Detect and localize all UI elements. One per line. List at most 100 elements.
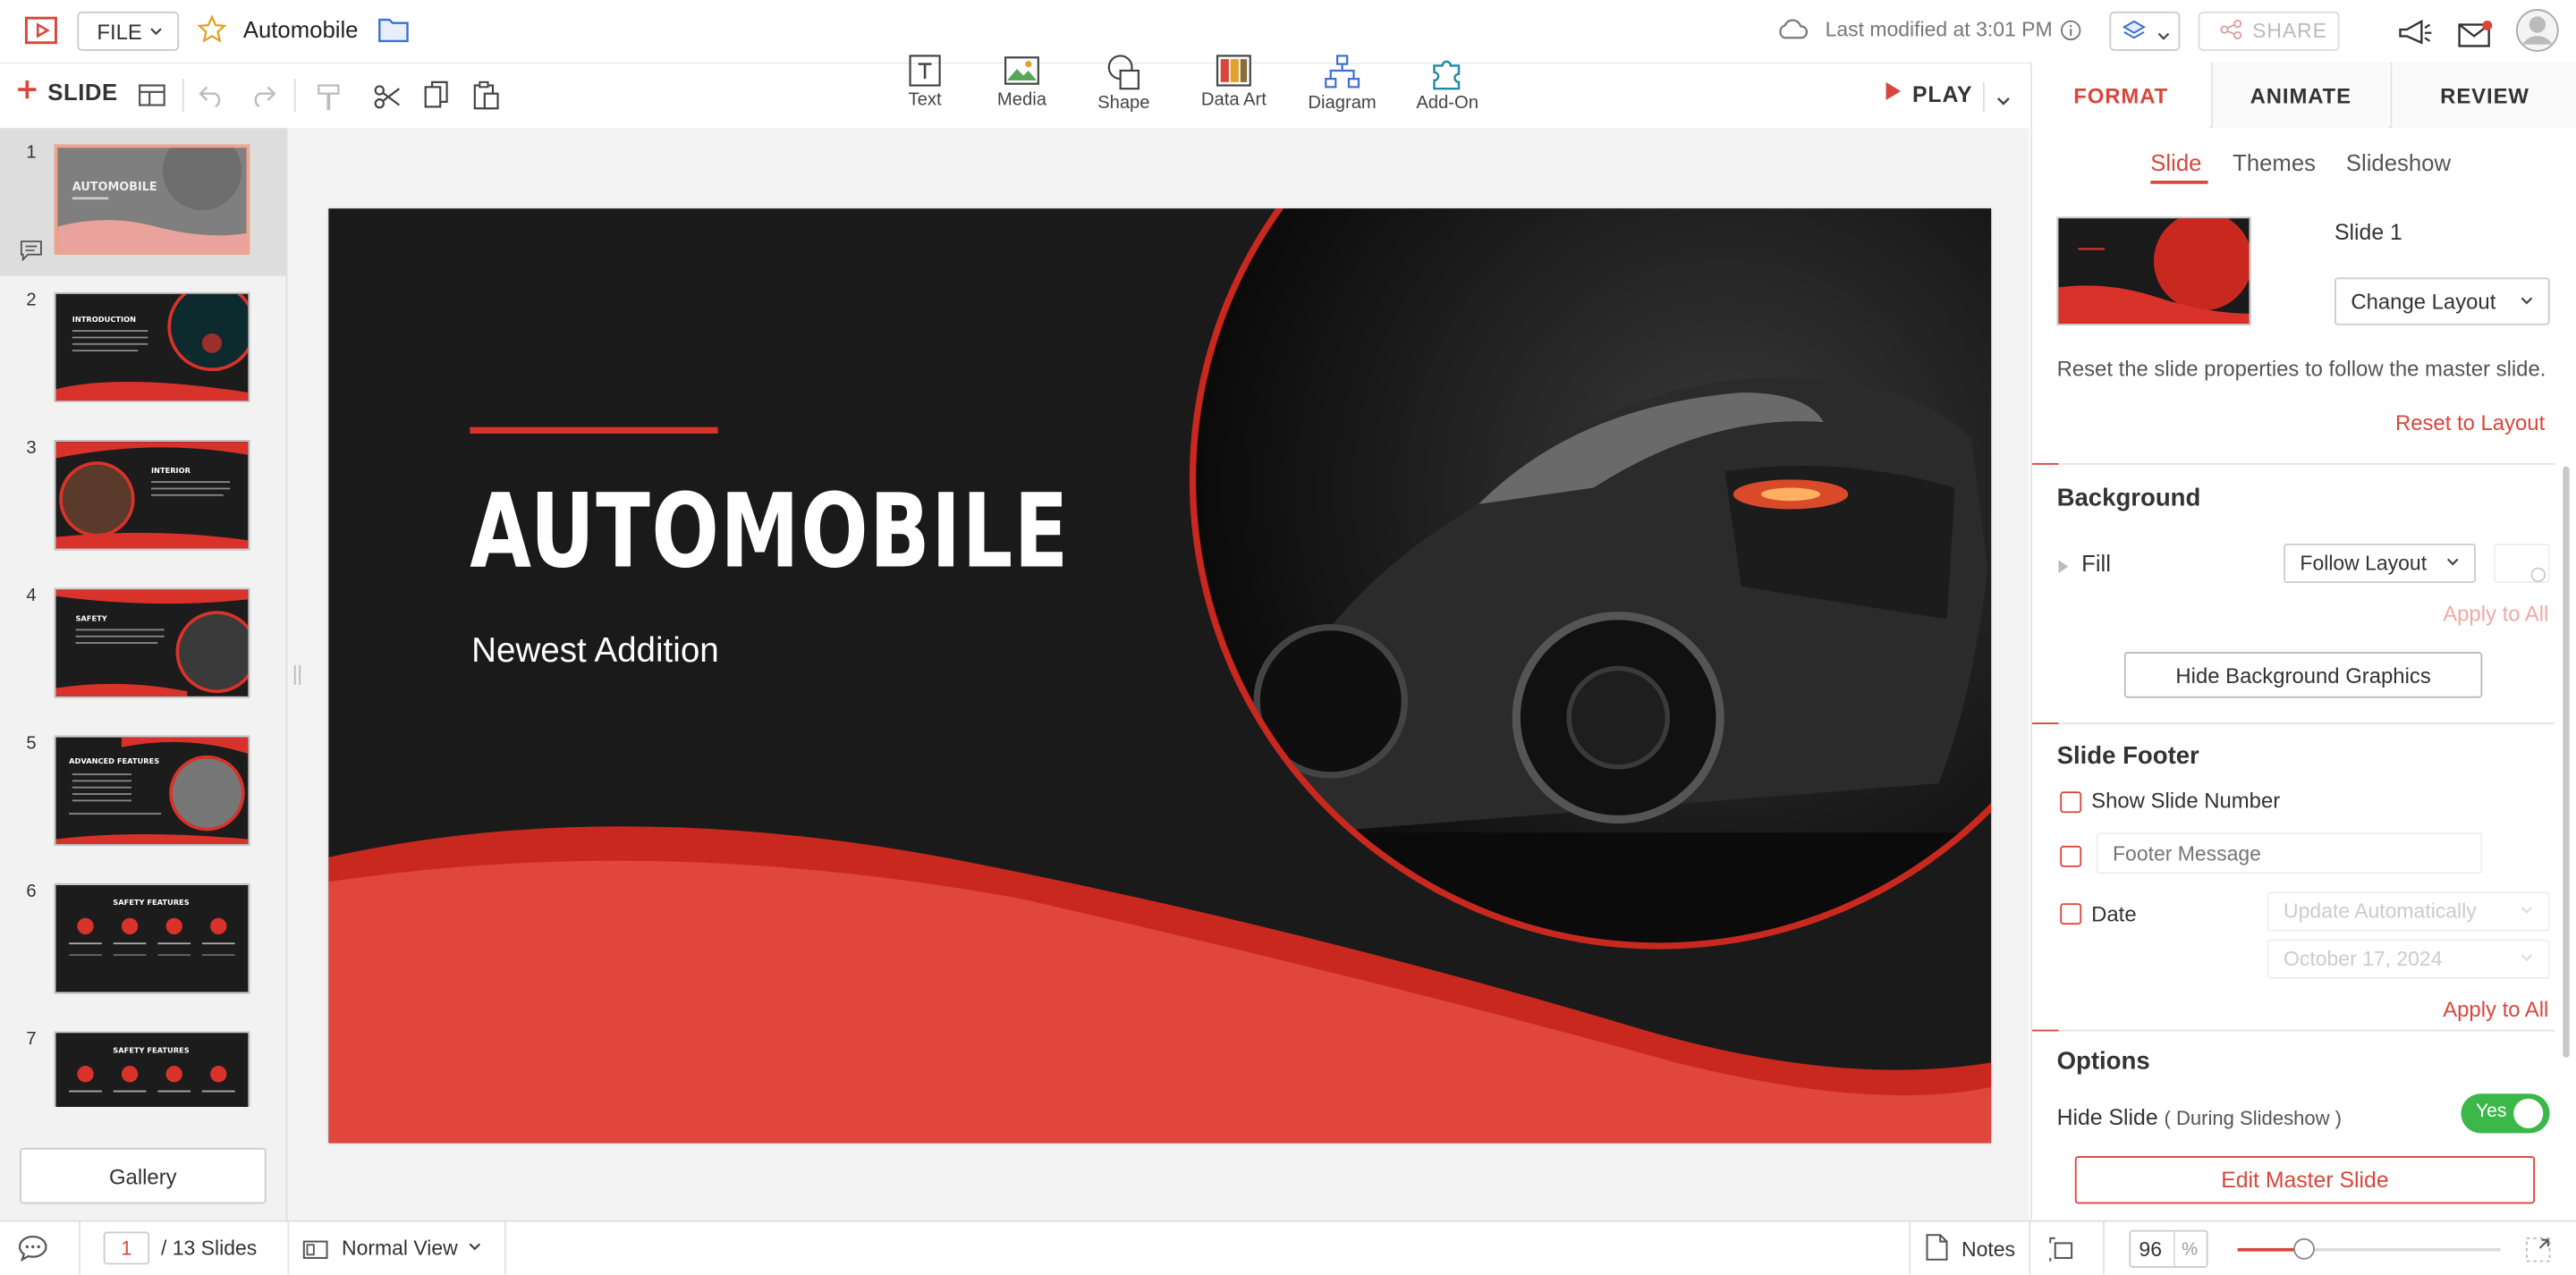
hide-slide-text: Hide Slide xyxy=(2056,1105,2158,1130)
slide-thumbnail-7[interactable]: 7 SAFETY FEATURES xyxy=(0,1015,286,1107)
date-checkbox[interactable] xyxy=(2060,903,2082,925)
slide-thumbnail-6[interactable]: 6 SAFETY FEATURES xyxy=(0,867,286,1012)
gallery-button[interactable]: Gallery xyxy=(20,1147,267,1204)
fullscreen-icon[interactable] xyxy=(2525,1237,2551,1271)
version-menu-button[interactable] xyxy=(2109,11,2181,53)
tab-animate[interactable]: ANIMATE xyxy=(2211,62,2389,129)
panel-resize-handle[interactable] xyxy=(293,664,301,685)
status-divider xyxy=(79,1221,80,1275)
slide-thumbnail-2[interactable]: 2 INTRODUCTION xyxy=(0,276,286,421)
cut-icon[interactable] xyxy=(371,82,401,112)
fill-dropdown-value: Follow Layout xyxy=(2300,552,2428,575)
paste-icon[interactable] xyxy=(471,80,501,110)
fill-dropdown[interactable]: Follow Layout xyxy=(2284,543,2476,584)
copy-icon[interactable] xyxy=(422,80,452,110)
tab-format[interactable]: FORMAT xyxy=(2032,62,2210,129)
zoom-input[interactable]: 96 % xyxy=(2129,1229,2208,1268)
slide-number: 4 xyxy=(26,586,37,606)
view-mode-dropdown[interactable]: Normal View xyxy=(342,1237,482,1260)
shape-icon xyxy=(1107,55,1140,90)
zoom-slider-knob[interactable] xyxy=(2293,1237,2315,1260)
comment-icon[interactable] xyxy=(20,240,43,269)
section-divider xyxy=(2032,722,2555,724)
apply-to-all-link[interactable]: Apply to All xyxy=(2443,601,2548,626)
slide-subtitle[interactable]: Newest Addition xyxy=(471,632,719,671)
chevron-down-icon xyxy=(148,19,164,44)
share-icon xyxy=(2219,19,2242,44)
slide-thumbnail-5[interactable]: 5 ADVANCED FEATURES xyxy=(0,719,286,864)
subtab-themes[interactable]: Themes xyxy=(2233,149,2316,175)
avatar-icon[interactable] xyxy=(2515,8,2560,53)
fill-label: Fill xyxy=(2081,550,2111,577)
zoom-unit: % xyxy=(2182,1239,2199,1260)
announcement-icon[interactable] xyxy=(2395,16,2435,49)
zoom-slider[interactable] xyxy=(2237,1237,2501,1260)
play-button[interactable]: PLAY xyxy=(1885,80,1973,106)
slide-1[interactable]: AUTOMOBILE Newest Addition xyxy=(328,208,1992,1144)
play-options-chevron-icon[interactable] xyxy=(1995,89,2012,118)
options-section-title: Options xyxy=(2056,1047,2150,1077)
change-layout-label: Change Layout xyxy=(2351,289,2496,314)
undo-icon[interactable] xyxy=(197,82,226,108)
slide-preview: ADVANCED FEATURES xyxy=(54,735,250,846)
add-on-button[interactable]: Add-On xyxy=(1398,55,1496,114)
hide-background-graphics-button[interactable]: Hide Background Graphics xyxy=(2123,652,2483,698)
add-slide-button[interactable]: SLIDE xyxy=(16,79,117,106)
slide-title[interactable]: AUTOMOBILE xyxy=(470,471,1070,591)
status-divider xyxy=(1909,1221,1911,1275)
tab-review[interactable]: REVIEW xyxy=(2390,62,2576,129)
date-mode-dropdown[interactable]: Update Automatically xyxy=(2267,891,2550,932)
fill-color-swatch[interactable] xyxy=(2494,543,2550,584)
insert-diagram-button[interactable]: Diagram xyxy=(1293,55,1392,114)
toolbar-divider xyxy=(293,79,296,112)
format-painter-icon[interactable] xyxy=(314,82,343,112)
redo-icon[interactable] xyxy=(248,82,277,108)
insert-diagram-label: Diagram xyxy=(1308,93,1377,114)
normal-view-icon xyxy=(302,1238,328,1268)
reset-to-layout-link[interactable]: Reset to Layout xyxy=(2395,410,2545,435)
play-label: PLAY xyxy=(1911,80,1973,106)
layout-icon[interactable] xyxy=(136,82,165,108)
folder-icon[interactable] xyxy=(377,15,410,45)
hide-slide-toggle[interactable]: Yes xyxy=(2461,1093,2550,1134)
fit-slide-icon[interactable] xyxy=(2048,1237,2076,1271)
file-menu-label: FILE xyxy=(97,19,142,44)
expand-triangle-icon[interactable] xyxy=(2057,553,2071,583)
notes-icon xyxy=(1926,1233,1949,1266)
footer-message-checkbox[interactable] xyxy=(2060,845,2082,867)
footer-message-input[interactable] xyxy=(2096,832,2483,874)
slide-thumbnail-1[interactable]: 1 AUTOMOBILE xyxy=(0,128,286,276)
format-panel: Slide Themes Slideshow Slide 1 Change La… xyxy=(2030,128,2576,1220)
subtab-slide[interactable]: Slide xyxy=(2150,149,2201,175)
insert-text-button[interactable]: Text xyxy=(876,55,974,110)
mail-icon[interactable] xyxy=(2456,16,2496,49)
app-logo-icon[interactable] xyxy=(23,15,59,48)
info-icon[interactable] xyxy=(2058,18,2081,41)
date-format-dropdown[interactable]: October 17, 2024 xyxy=(2267,939,2550,979)
subtab-slideshow[interactable]: Slideshow xyxy=(2346,149,2451,175)
slide-thumbnail-4[interactable]: 4 SAFETY xyxy=(0,571,286,716)
panel-scrollbar[interactable] xyxy=(2563,466,2570,1058)
notes-button[interactable]: Notes xyxy=(1926,1233,2015,1266)
insert-shape-button[interactable]: Shape xyxy=(1074,55,1173,114)
insert-data-art-label: Data Art xyxy=(1200,90,1267,111)
apply-to-all-footer-link[interactable]: Apply to All xyxy=(2443,997,2548,1022)
date-mode-value: Update Automatically xyxy=(2284,899,2477,924)
insert-media-button[interactable]: Media xyxy=(972,55,1071,110)
chat-icon[interactable] xyxy=(18,1235,47,1270)
show-slide-number-checkbox[interactable] xyxy=(2060,791,2082,814)
layout-preview[interactable] xyxy=(2056,216,2251,325)
insert-data-art-button[interactable]: Data Art xyxy=(1184,55,1283,110)
change-layout-dropdown[interactable]: Change Layout xyxy=(2334,277,2550,325)
star-icon[interactable] xyxy=(196,13,229,46)
current-slide-input[interactable] xyxy=(103,1231,150,1265)
file-menu-button[interactable]: FILE xyxy=(77,11,180,51)
edit-master-slide-button[interactable]: Edit Master Slide xyxy=(2074,1156,2536,1204)
slide-thumbnail-3[interactable]: 3 INTERIOR xyxy=(0,424,286,569)
slide-preview: INTRODUCTION xyxy=(54,291,250,402)
chevron-down-icon xyxy=(2156,23,2172,53)
share-button[interactable]: SHARE xyxy=(2198,11,2340,51)
document-title[interactable]: Automobile xyxy=(243,16,359,42)
add-on-label: Add-On xyxy=(1416,93,1479,114)
slide-preview: SAFETY xyxy=(54,587,250,698)
